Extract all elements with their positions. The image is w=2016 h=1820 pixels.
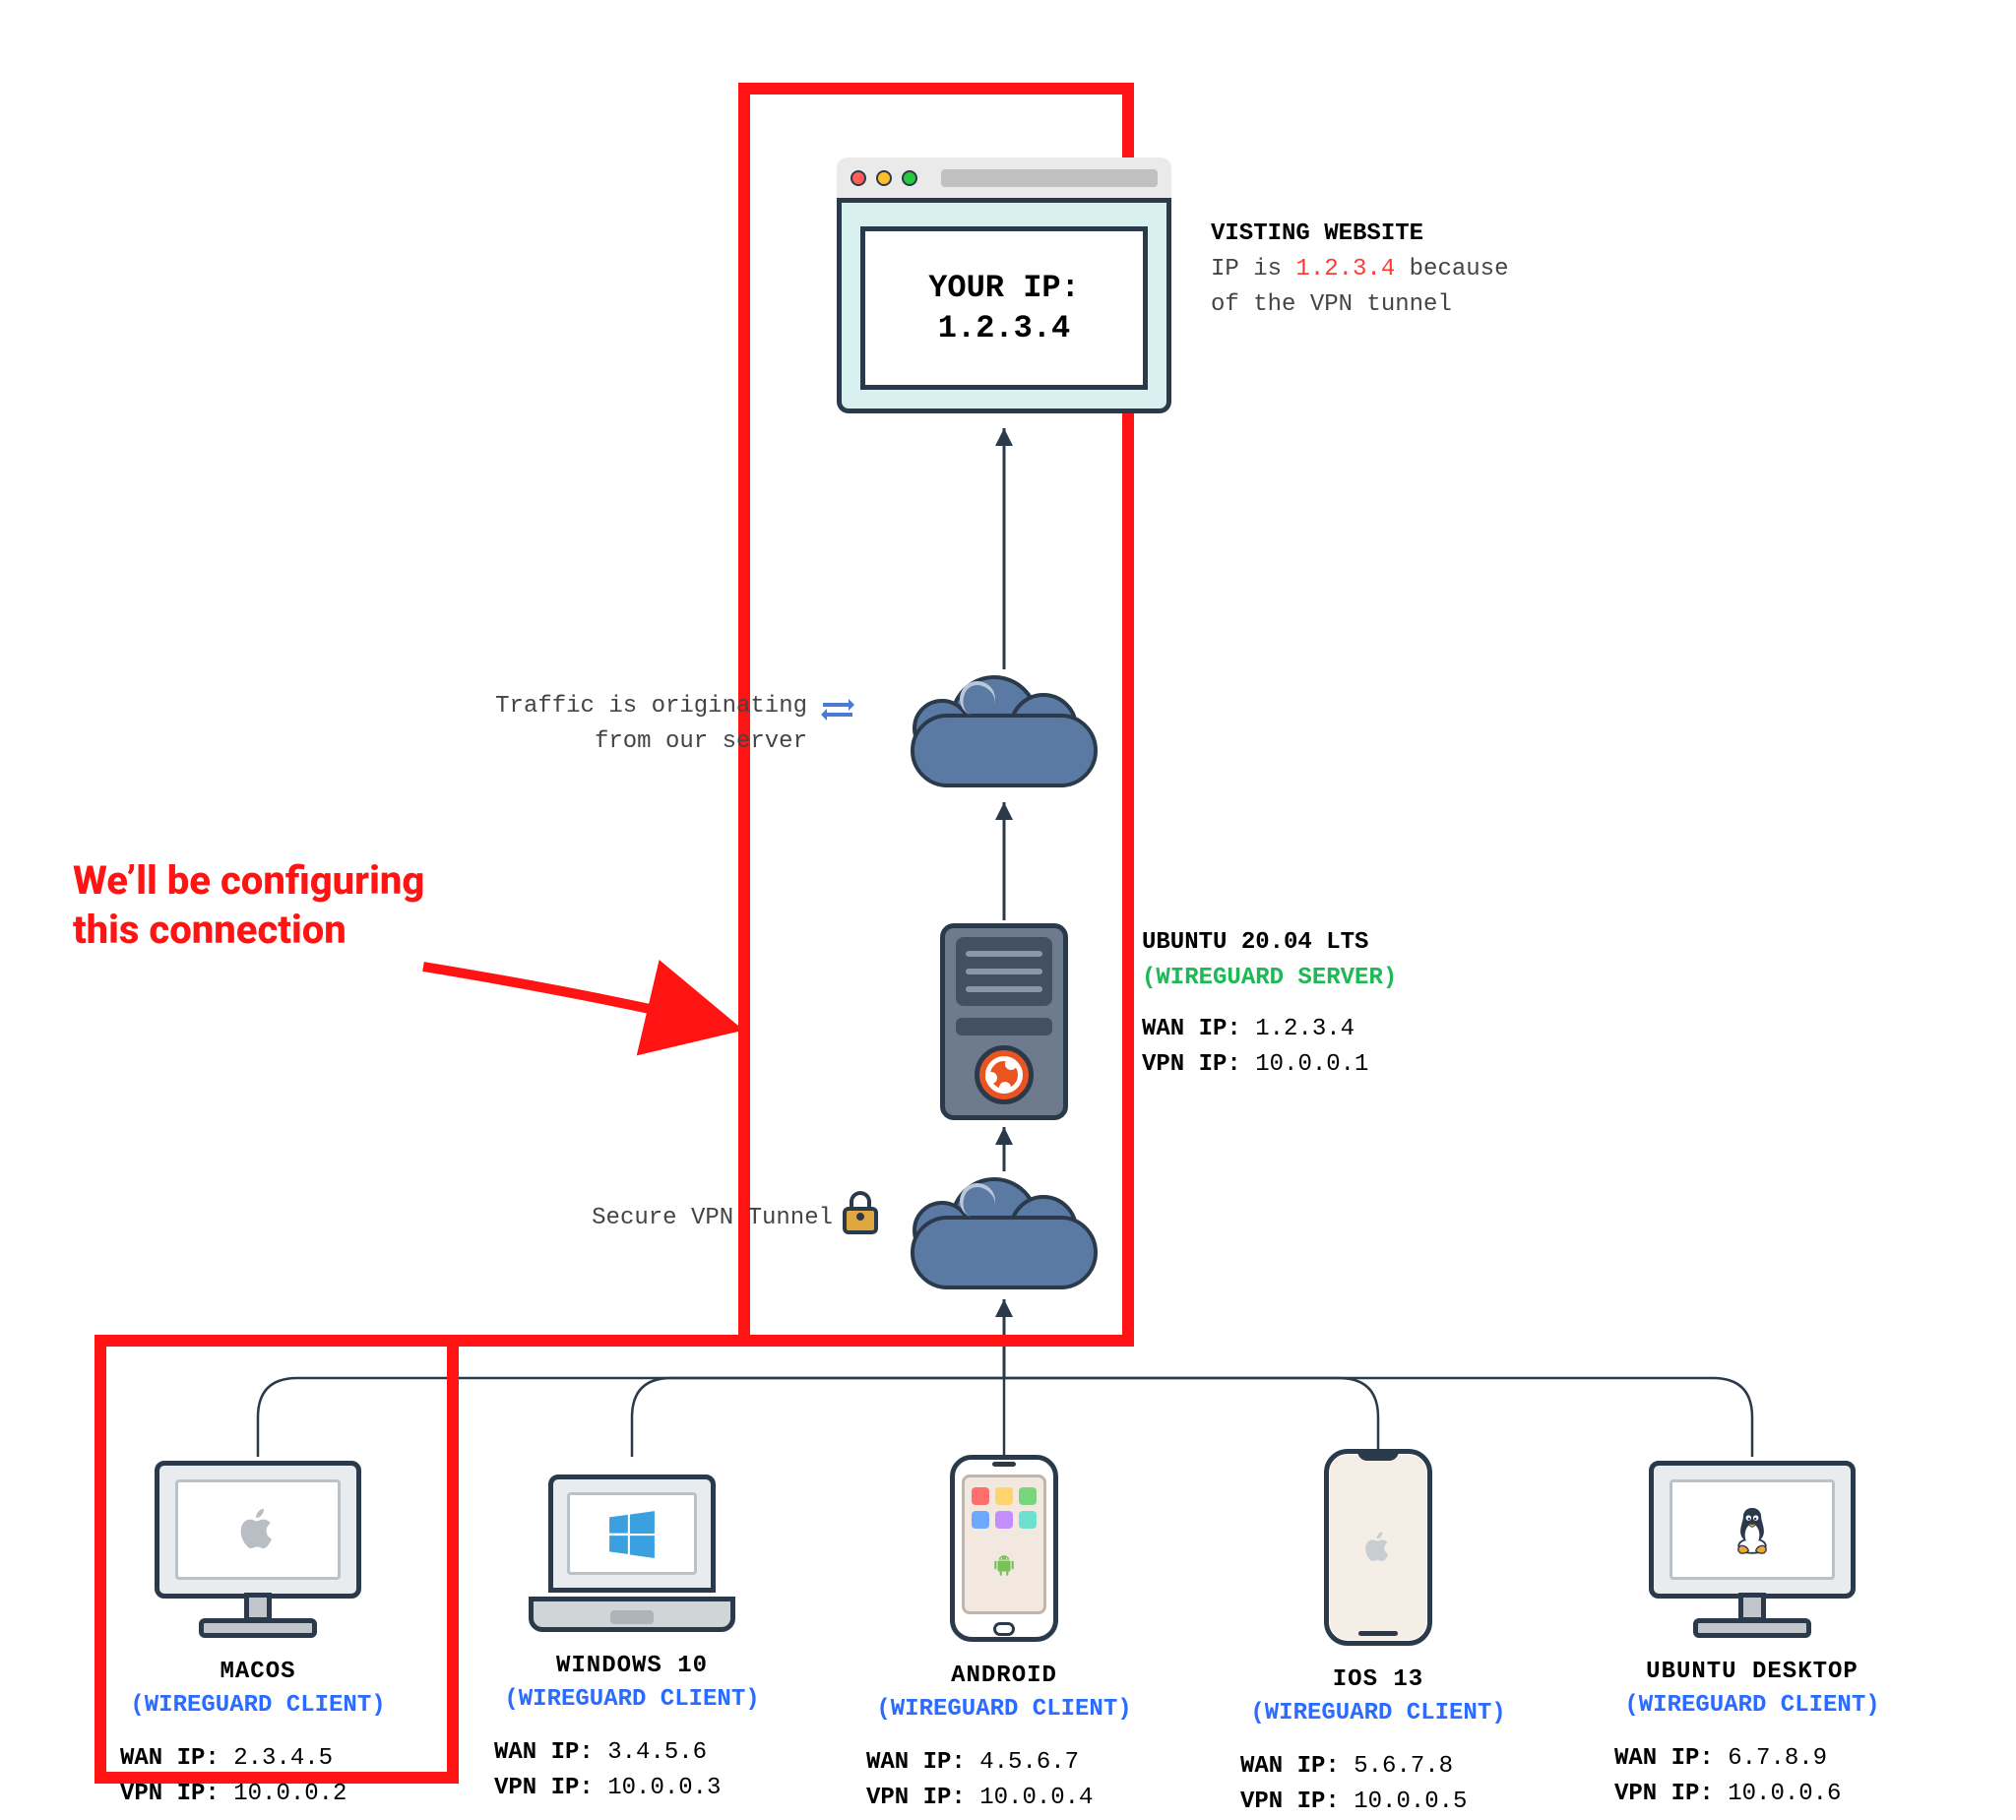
client-role: (WIREGUARD CLIENT): [81, 1689, 435, 1723]
ubuntu-monitor-icon: [1649, 1461, 1856, 1638]
client-role: (WIREGUARD CLIENT): [1575, 1689, 1929, 1723]
server-subtitle: (WIREGUARD SERVER): [1142, 961, 1397, 996]
client-role: (WIREGUARD CLIENT): [1201, 1697, 1555, 1730]
browser-content: YOUR IP: 1.2.3.4: [860, 226, 1148, 390]
client-macos: MACOS (WIREGUARD CLIENT) WAN IP: 2.3.4.5…: [81, 1461, 435, 1812]
client-vpn-value: 10.0.0.5: [1354, 1789, 1467, 1815]
client-vpn-label: VPN IP:: [1614, 1781, 1714, 1807]
traffic-caption: Traffic is originating from our server: [404, 689, 807, 760]
android-phone-icon: [950, 1455, 1058, 1642]
client-name: ANDROID: [827, 1660, 1181, 1693]
client-wan-value: 5.6.7.8: [1354, 1753, 1453, 1780]
server-caption: UBUNTU 20.04 LTS (WIREGUARD SERVER) WAN …: [1142, 925, 1397, 1083]
website-caption-ip: 1.2.3.4: [1295, 256, 1395, 282]
window-max-dot: [902, 170, 917, 186]
client-role: (WIREGUARD CLIENT): [455, 1683, 809, 1717]
config-caption-l1: We’ll be configuring: [73, 856, 424, 906]
website-caption-before: IP is: [1211, 256, 1295, 282]
macos-monitor-icon: [155, 1461, 361, 1638]
server-wan: WAN IP: 1.2.3.4: [1142, 1012, 1397, 1047]
cloud-lower-icon: [901, 1171, 1107, 1289]
client-name: MACOS: [81, 1656, 435, 1689]
client-vpn-value: 10.0.0.6: [1728, 1781, 1841, 1807]
client-vpn-label: VPN IP:: [1240, 1789, 1340, 1815]
server-vpn-value: 10.0.0.1: [1255, 1051, 1368, 1078]
address-bar: [941, 169, 1158, 187]
client-windows: WINDOWS 10 (WIREGUARD CLIENT) WAN IP: 3.…: [455, 1475, 809, 1806]
client-vpn-value: 10.0.0.4: [979, 1785, 1093, 1811]
cloud-upper-icon: [901, 669, 1107, 787]
iphone-icon: [1324, 1449, 1432, 1646]
client-wan-label: WAN IP:: [494, 1739, 594, 1766]
client-wan-label: WAN IP:: [120, 1745, 220, 1772]
client-name: WINDOWS 10: [455, 1650, 809, 1683]
apple-icon: [235, 1502, 281, 1557]
windows-icon: [607, 1509, 657, 1558]
website-caption-line1: IP is 1.2.3.4 because: [1211, 252, 1508, 287]
config-caption: We’ll be configuring this connection: [73, 856, 424, 955]
window-min-dot: [876, 170, 892, 186]
lock-icon: [843, 1191, 878, 1234]
client-role: (WIREGUARD CLIENT): [827, 1693, 1181, 1726]
client-name: UBUNTU DESKTOP: [1575, 1656, 1929, 1689]
client-vpn-value: 10.0.0.3: [607, 1775, 721, 1801]
windows-laptop-icon: [529, 1475, 735, 1632]
client-wan-value: 2.3.4.5: [233, 1745, 333, 1772]
website-caption-title: VISTING WEBSITE: [1211, 217, 1508, 252]
client-wan-label: WAN IP:: [1240, 1753, 1340, 1780]
traffic-caption-l1: Traffic is originating: [404, 689, 807, 724]
client-vpn-label: VPN IP:: [866, 1785, 966, 1811]
server-vpn-label: VPN IP:: [1142, 1051, 1241, 1078]
client-wan-label: WAN IP:: [1614, 1745, 1714, 1772]
android-icon: [991, 1550, 1017, 1580]
client-android: ANDROID (WIREGUARD CLIENT) WAN IP: 4.5.6…: [827, 1455, 1181, 1816]
config-caption-l2: this connection: [73, 906, 424, 955]
server-wan-value: 1.2.3.4: [1255, 1016, 1354, 1042]
apple-icon: [1361, 1528, 1395, 1567]
bidirectional-arrow-icon: [823, 703, 852, 717]
your-ip-label: YOUR IP:: [928, 270, 1080, 306]
browser-window: YOUR IP: 1.2.3.4: [837, 157, 1171, 413]
client-wan-value: 3.4.5.6: [607, 1739, 707, 1766]
linux-tux-icon: [1731, 1503, 1774, 1556]
website-caption-line2: of the VPN tunnel: [1211, 287, 1508, 323]
server-title: UBUNTU 20.04 LTS: [1142, 925, 1397, 961]
tunnel-caption: Secure VPN Tunnel: [547, 1205, 833, 1231]
client-wan-value: 4.5.6.7: [979, 1749, 1079, 1776]
client-name: IOS 13: [1201, 1663, 1555, 1697]
client-vpn-value: 10.0.0.2: [233, 1781, 346, 1807]
website-caption-after: because: [1395, 256, 1508, 282]
server-vpn: VPN IP: 10.0.0.1: [1142, 1047, 1397, 1083]
server-wan-label: WAN IP:: [1142, 1016, 1241, 1042]
client-ios: IOS 13 (WIREGUARD CLIENT) WAN IP: 5.6.7.…: [1201, 1449, 1555, 1820]
client-vpn-label: VPN IP:: [120, 1781, 220, 1807]
website-caption: VISTING WEBSITE IP is 1.2.3.4 because of…: [1211, 217, 1508, 323]
client-wan-value: 6.7.8.9: [1728, 1745, 1827, 1772]
client-vpn-label: VPN IP:: [494, 1775, 594, 1801]
client-ubuntu: UBUNTU DESKTOP (WIREGUARD CLIENT) WAN IP…: [1575, 1461, 1929, 1812]
your-ip-value: 1.2.3.4: [938, 310, 1070, 346]
traffic-caption-l2: from our server: [404, 724, 807, 760]
client-wan-label: WAN IP:: [866, 1749, 966, 1776]
ubuntu-logo-icon: [975, 1045, 1034, 1104]
window-close-dot: [850, 170, 866, 186]
server-icon: [940, 923, 1068, 1120]
